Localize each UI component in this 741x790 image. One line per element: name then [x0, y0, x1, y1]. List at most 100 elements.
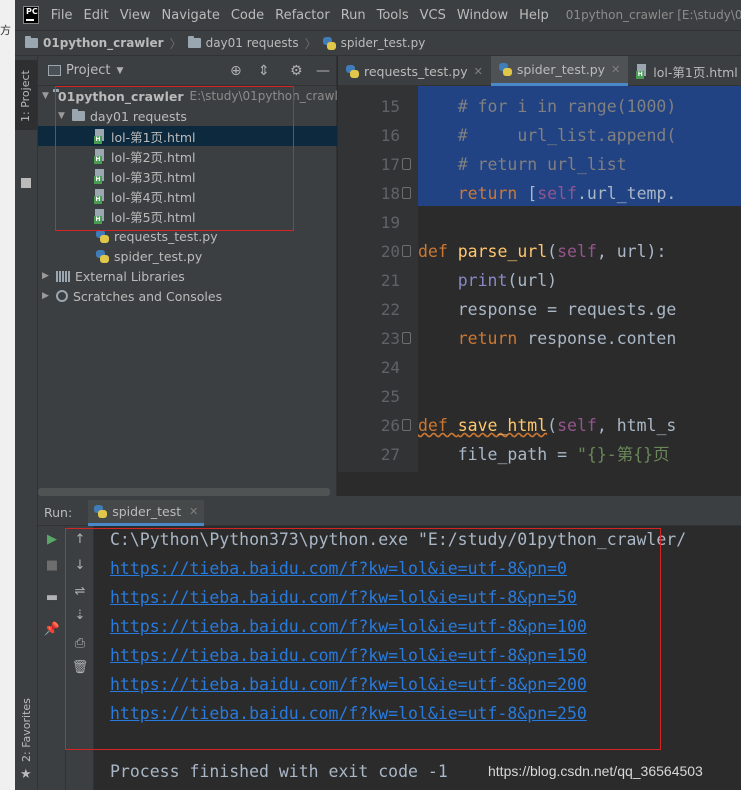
menu-navigate[interactable]: Navigate	[162, 8, 220, 23]
file-label: lol-第4页.html	[111, 189, 196, 205]
chevron-down-icon[interactable]: ▼	[116, 66, 123, 76]
menu-file[interactable]: File	[51, 8, 73, 23]
code-token: (	[547, 416, 558, 435]
favorites-tab-label[interactable]: 2: Favorites	[20, 698, 33, 762]
tree-file-html-3[interactable]: lol-第3页.html	[38, 166, 337, 186]
run-tab-spider-test[interactable]: spider_test ✕	[88, 499, 205, 526]
menu-view[interactable]: View	[120, 8, 151, 23]
tree-file-html-2[interactable]: lol-第2页.html	[38, 146, 337, 166]
project-view-selector[interactable]: Project	[66, 63, 110, 78]
menu-vcs[interactable]: VCS	[420, 8, 446, 23]
print-icon[interactable]: ⎙	[70, 636, 90, 651]
tree-file-py-1[interactable]: requests_test.py	[38, 226, 337, 246]
minimize-icon[interactable]: —	[316, 63, 330, 79]
expanded-arrow-icon[interactable]: ▼	[58, 111, 68, 121]
file-label: lol-第5页.html	[111, 209, 196, 225]
fold-marker-icon[interactable]	[402, 245, 411, 257]
root-path: E:\study\01python_crawle	[189, 89, 346, 103]
fold-marker-icon[interactable]	[402, 332, 411, 344]
menu-refactor[interactable]: Refactor	[275, 8, 330, 23]
code-token: # for i in range(1000)	[418, 97, 677, 116]
close-icon[interactable]: ✕	[189, 505, 198, 518]
tree-external-libraries[interactable]: ▶ External Libraries	[38, 266, 337, 286]
project-panel-header: Project ▼ ⊕ ⇕ ⚙ —	[38, 56, 336, 86]
code-token: parse_url	[457, 242, 548, 261]
fold-marker-icon[interactable]	[402, 419, 411, 431]
file-label: lol-第3页.html	[111, 169, 196, 185]
file-label: lol-第1页.html	[111, 129, 196, 145]
code-token: print	[457, 271, 508, 290]
file-label: spider_test.py	[114, 248, 203, 264]
breadcrumb-folder[interactable]: day01 requests	[187, 36, 299, 50]
code-editor[interactable]: 15 16 17 18 19 20 21 22 23 24 25 26 27 #…	[338, 86, 741, 472]
console-url-link[interactable]: https://tieba.baidu.com/f?kw=lol&ie=utf-…	[110, 588, 577, 607]
tab-requests-test[interactable]: requests_test.py ✕	[338, 56, 491, 86]
html-file-icon	[94, 209, 106, 224]
code-line-17: # url_list.append(	[418, 121, 677, 150]
collapsed-arrow-icon[interactable]: ▶	[42, 271, 52, 281]
tree-root[interactable]: ▼ 01python_crawler E:\study\01python_cra…	[38, 86, 345, 106]
code-token: [	[517, 184, 538, 203]
close-icon[interactable]: ✕	[474, 65, 483, 78]
scroll-to-end-icon[interactable]: ⇣	[70, 608, 90, 623]
code-token: # return url_list	[418, 155, 627, 174]
window-title: 01python_crawler [E:\study\01p	[565, 8, 741, 22]
stop-icon[interactable]: ■	[42, 558, 62, 573]
python-file-icon	[96, 229, 109, 243]
fold-marker-icon[interactable]	[402, 187, 411, 199]
pin-icon[interactable]: 📌	[42, 622, 62, 637]
console-line: https://tieba.baidu.com/f?kw=lol&ie=utf-…	[110, 646, 587, 666]
logo-text: PC	[26, 7, 38, 16]
python-file-icon	[322, 36, 336, 50]
code-token: def	[418, 416, 458, 435]
tree-folder[interactable]: ▼ day01 requests	[38, 106, 337, 126]
scroll-up-icon[interactable]: ↑	[70, 532, 90, 547]
console-output[interactable]: C:\Python\Python373\python.exe "E:/study…	[95, 526, 741, 790]
console-url-link[interactable]: https://tieba.baidu.com/f?kw=lol&ie=utf-…	[110, 704, 587, 723]
tree-file-py-2[interactable]: spider_test.py	[38, 246, 337, 266]
close-icon[interactable]: ✕	[611, 63, 620, 76]
menu-window[interactable]: Window	[457, 8, 508, 23]
code-area[interactable]: # for i in range(1000) # url_list.append…	[418, 86, 741, 472]
collapsed-arrow-icon[interactable]: ▶	[42, 291, 52, 301]
gear-icon[interactable]: ⚙	[290, 63, 303, 79]
console-url-link[interactable]: https://tieba.baidu.com/f?kw=lol&ie=utf-…	[110, 617, 587, 636]
menu-edit[interactable]: Edit	[84, 8, 109, 23]
tree-file-html-4[interactable]: lol-第4页.html	[38, 186, 337, 206]
structure-icon[interactable]	[21, 178, 31, 188]
tab-spider-test[interactable]: spider_test.py ✕	[490, 56, 629, 86]
scroll-down-icon[interactable]: ↓	[70, 558, 90, 573]
scratches-label: Scratches and Consoles	[73, 288, 223, 304]
collapse-all-icon[interactable]: ⇕	[258, 63, 270, 79]
line-number: 25	[380, 387, 400, 406]
breadcrumb-project[interactable]: 01python_crawler	[25, 36, 164, 50]
tree-file-html-1[interactable]: lol-第1页.html	[38, 126, 337, 146]
fold-marker-icon[interactable]	[402, 158, 411, 170]
code-line-19: return [self.url_temp.	[418, 179, 677, 208]
console-line: https://tieba.baidu.com/f?kw=lol&ie=utf-…	[110, 704, 587, 724]
menu-help[interactable]: Help	[519, 8, 549, 23]
star-icon[interactable]: ★	[20, 767, 32, 782]
console-url-link[interactable]: https://tieba.baidu.com/f?kw=lol&ie=utf-…	[110, 646, 587, 665]
locate-target-icon[interactable]: ⊕	[230, 63, 242, 79]
tab-lol-html[interactable]: lol-第1页.html	[628, 56, 741, 86]
soft-wrap-icon[interactable]: ⇌	[70, 584, 90, 599]
console-url-link[interactable]: https://tieba.baidu.com/f?kw=lol&ie=utf-…	[110, 675, 587, 694]
rerun-icon[interactable]: ▶	[42, 532, 62, 547]
layout-icon[interactable]: ▬	[42, 590, 62, 605]
expanded-arrow-icon[interactable]: ▼	[42, 91, 49, 101]
code-token: return	[457, 184, 518, 203]
line-number: 18	[380, 184, 400, 203]
menu-code[interactable]: Code	[231, 8, 264, 23]
breadcrumb-file[interactable]: spider_test.py	[322, 36, 425, 50]
console-command-line: C:\Python\Python373\python.exe "E:/study…	[110, 530, 687, 549]
tree-file-html-5[interactable]: lol-第5页.html	[38, 206, 337, 226]
code-token: self	[537, 184, 577, 203]
trash-icon[interactable]: 🗑	[70, 660, 90, 675]
horizontal-scrollbar[interactable]	[38, 488, 330, 496]
tree-scratches[interactable]: ▶ Scratches and Consoles	[38, 286, 337, 306]
project-tool-tab[interactable]: 1: Project	[15, 60, 37, 130]
console-url-link[interactable]: https://tieba.baidu.com/f?kw=lol&ie=utf-…	[110, 559, 567, 578]
menu-run[interactable]: Run	[341, 8, 366, 23]
menu-tools[interactable]: Tools	[377, 8, 409, 23]
